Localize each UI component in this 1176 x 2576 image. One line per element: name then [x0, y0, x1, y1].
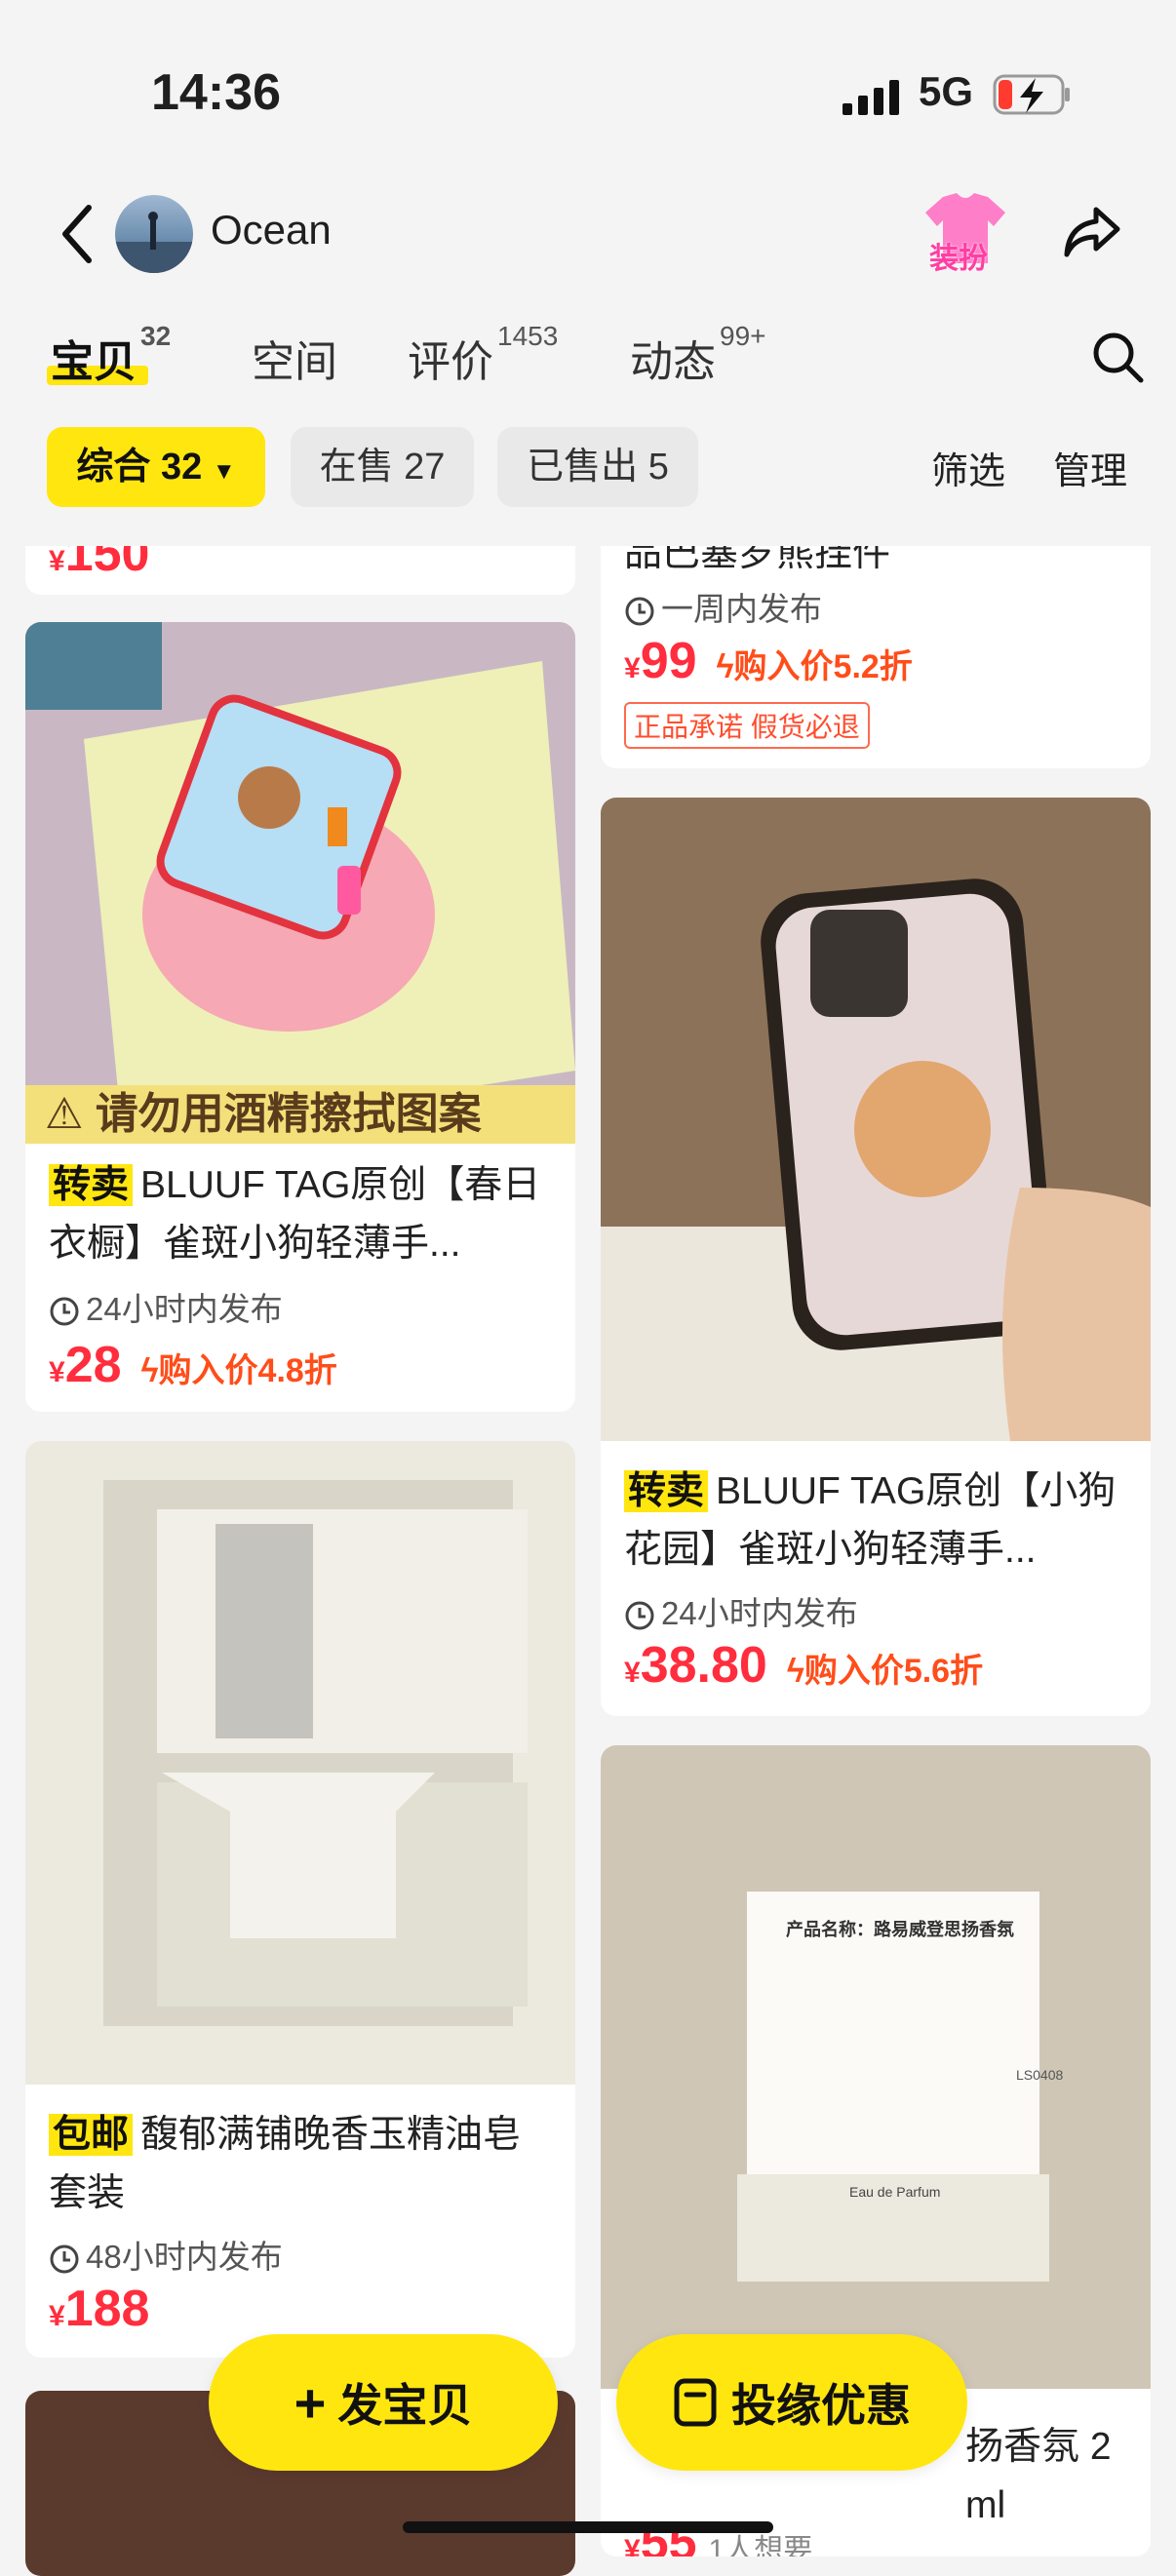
filter-button[interactable]: 筛选	[931, 441, 1005, 494]
clock-icon	[625, 1601, 654, 1630]
username[interactable]: Ocean	[211, 207, 332, 254]
back-icon[interactable]	[54, 200, 102, 268]
product-title: 包邮 馥郁满铺晚香玉精油皂套装	[49, 2114, 522, 2214]
tab-reviews[interactable]: 评价1453	[408, 321, 558, 389]
coupon-bag-icon	[674, 2378, 717, 2427]
tab-items[interactable]: 宝贝32	[51, 321, 171, 389]
publish-time: 48小时内发布	[49, 2231, 283, 2278]
publish-time: 一周内发布	[624, 583, 822, 630]
search-icon[interactable]	[1090, 330, 1145, 384]
authenticity-badge: 正品承诺 假货必退	[624, 702, 870, 749]
publish-time: 24小时内发布	[49, 1283, 283, 1330]
photo-label-code: LS0408	[1016, 2067, 1064, 2083]
photo-label-perfume: Eau de Parfum	[849, 2184, 941, 2200]
top-header: 14:36 5G Ocean 装扮 宝贝32 空间 评价1453 动态99+ 综…	[0, 0, 1176, 546]
signal-icon	[843, 80, 899, 115]
clock-icon	[50, 1297, 79, 1326]
product-card[interactable]: 包邮 馥郁满铺晚香玉精油皂套装 48小时内发布 ¥188	[25, 1441, 575, 2358]
share-icon[interactable]	[1061, 200, 1123, 262]
tab-moments[interactable]: 动态99+	[630, 321, 766, 389]
price: ¥38.80 ϟ购入价5.6折	[624, 1637, 984, 1694]
battery-charging-icon	[993, 74, 1070, 115]
publish-time: 24小时内发布	[624, 1587, 858, 1634]
product-photo	[601, 798, 1151, 1441]
product-card[interactable]: 转卖 BLUUF TAG原创【小狗花园】雀斑小狗轻薄手... 24小时内发布 ¥3…	[601, 798, 1151, 1716]
avatar[interactable]	[115, 195, 193, 273]
filter-chip-all[interactable]: 综合 32 ▼	[47, 427, 265, 507]
post-item-button[interactable]: + 发宝贝	[209, 2334, 558, 2471]
lightning-icon: ϟ	[716, 648, 734, 685]
caret-down-icon: ▼	[212, 458, 236, 485]
clock-icon	[625, 597, 654, 626]
filter-chip-on-sale[interactable]: 在售 27	[291, 427, 474, 507]
product-photo	[25, 622, 575, 1141]
product-title: 转卖 BLUUF TAG原创【小狗花园】雀斑小狗轻薄手...	[624, 1470, 1117, 1571]
photo-label-name: 产品名称：路易威登思扬香氛	[786, 1920, 1014, 1939]
lightning-icon: ϟ	[786, 1653, 804, 1690]
photo-banner: ⚠ 请勿用酒精擦拭图案	[25, 1085, 575, 1144]
status-time: 14:36	[151, 64, 281, 121]
product-photo	[601, 1745, 1151, 2389]
tab-space[interactable]: 空间	[252, 327, 337, 389]
promo-button[interactable]: 投缘优惠	[616, 2334, 967, 2471]
lightning-icon: ϟ	[140, 1352, 159, 1389]
manage-button[interactable]: 管理	[1053, 441, 1127, 494]
tag: 转卖	[624, 1470, 709, 1512]
network-label: 5G	[919, 68, 974, 114]
price: ¥99 ϟ购入价5.2折	[624, 633, 913, 689]
home-indicator	[403, 2521, 773, 2533]
tag: 包邮	[49, 2114, 134, 2156]
clock-icon	[50, 2244, 79, 2274]
price: ¥188	[49, 2281, 150, 2337]
filter-chip-sold[interactable]: 已售出 5	[497, 427, 698, 507]
warning-icon: ⚠	[45, 1090, 84, 1138]
product-card[interactable]: ⚠ 请勿用酒精擦拭图案 转卖 BLUUF TAG原创【春日衣橱】雀斑小狗轻薄手..…	[25, 622, 575, 1412]
price: ¥28 ϟ购入价4.8折	[49, 1337, 337, 1393]
price: ¥55 1人想要	[624, 2515, 813, 2556]
plus-icon: +	[294, 2371, 327, 2434]
product-photo	[25, 1441, 575, 2085]
tag: 转卖	[49, 1164, 134, 1206]
product-title: 转卖 BLUUF TAG原创【春日衣橱】雀斑小狗轻薄手...	[49, 1164, 541, 1265]
dress-up-label[interactable]: 装扮	[929, 234, 988, 277]
